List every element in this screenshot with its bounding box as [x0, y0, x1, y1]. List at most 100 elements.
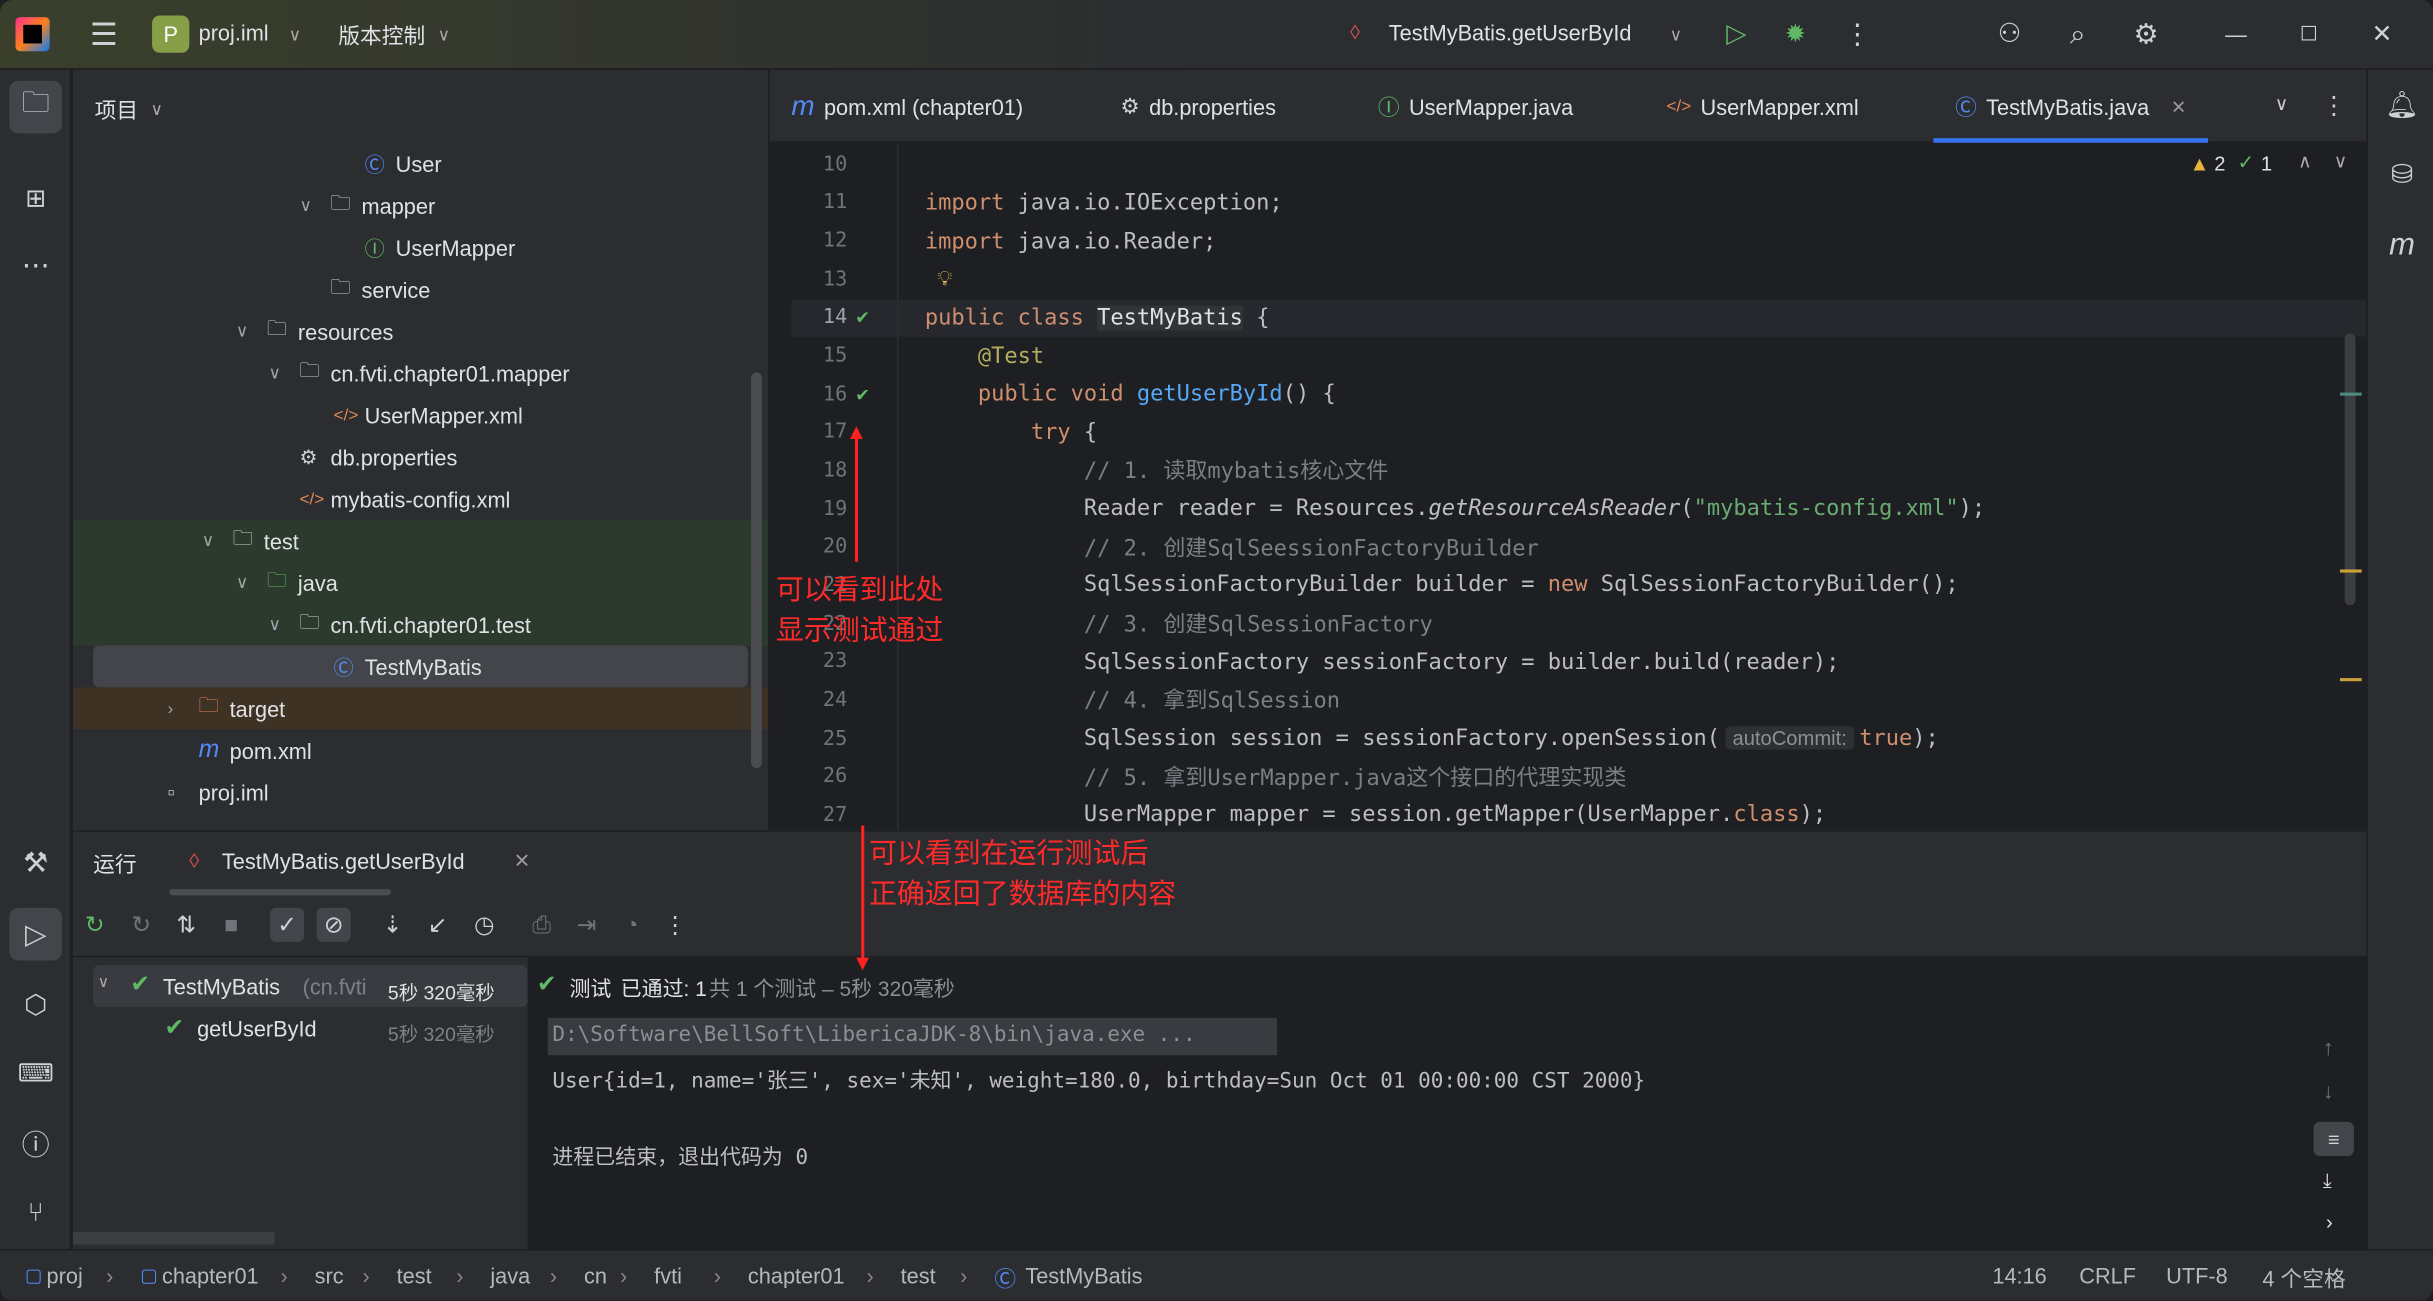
tree-item[interactable]: ∨ 🗀 cn.fvti.chapter01.test [72, 603, 769, 646]
breadcrumb-item[interactable]: src [315, 1263, 344, 1288]
sort-icon[interactable]: ⇣ [376, 908, 410, 942]
test-passed-run-icon[interactable]: ✔ [857, 306, 869, 329]
coverage-icon[interactable]: ◔ [614, 908, 648, 942]
structure-icon[interactable]: ⊞ [16, 178, 56, 218]
tree-item[interactable]: ▫ proj.iml [73, 771, 768, 813]
chevron-down-icon[interactable]: ∨ [236, 321, 249, 342]
chevron-down-icon[interactable]: ∨ [202, 531, 215, 551]
build-hammer-icon[interactable]: ⚒ [16, 843, 56, 883]
tabs-dropdown-icon[interactable]: ∨ [2275, 93, 2289, 115]
tab-scrollbar[interactable] [169, 889, 392, 896]
debug-icon[interactable]: ✹ [1778, 17, 1812, 51]
search-icon[interactable]: ⌕ [2061, 17, 2095, 51]
add-user-icon[interactable]: ⚇ [1992, 17, 2026, 51]
project-selector[interactable]: proj.iml [199, 20, 269, 45]
toggle-auto-test-icon[interactable]: ⇅ [169, 908, 203, 942]
minimize-icon[interactable]: — [2219, 17, 2253, 51]
editor-scrollbar[interactable] [2344, 333, 2356, 606]
breadcrumb-item[interactable]: TestMyBatis [1025, 1263, 1142, 1288]
test-tree-scrollbar[interactable] [72, 1232, 275, 1245]
more-tools-icon[interactable]: ⋯ [16, 245, 56, 285]
maven-icon[interactable]: m [2382, 225, 2422, 265]
close-tab-icon[interactable]: ✕ [514, 849, 531, 874]
maximize-icon[interactable]: ☐ [2292, 17, 2326, 51]
main-menu-icon[interactable]: ☰ [87, 16, 121, 53]
problems-icon[interactable]: ⓘ [16, 1123, 56, 1163]
tree-item[interactable]: </> UserMapper.xml [73, 394, 768, 436]
breadcrumb-item[interactable]: cn [584, 1263, 607, 1288]
tree-item[interactable]: ∨ 🗀 mapper [73, 185, 768, 227]
test-class-name[interactable]: TestMyBatis [163, 974, 280, 999]
project-panel-title[interactable]: 项目 [95, 95, 138, 126]
line-separator[interactable]: CRLF [2079, 1263, 2136, 1288]
run-icon[interactable]: ▷ [1719, 17, 1753, 51]
show-ignored-icon[interactable]: ⊘ [316, 907, 351, 942]
show-passed-icon[interactable]: ✓ [269, 907, 305, 942]
tree-item[interactable]: </> mybatis-config.xml [73, 478, 768, 520]
stop-icon[interactable]: ■ [214, 908, 248, 942]
breadcrumb-item[interactable]: test [901, 1263, 936, 1288]
import-icon[interactable]: ⇥ [569, 908, 603, 942]
terminal-icon[interactable]: ⌨ [16, 1054, 56, 1094]
git-icon[interactable]: ⑂ [16, 1193, 56, 1233]
notifications-icon[interactable]: 🔔︎ [2382, 85, 2422, 125]
editor-tab[interactable]: Ⓘ UserMapper.java [1378, 70, 1573, 143]
close-tab-icon[interactable]: ✕ [2171, 95, 2187, 117]
rerun-icon[interactable]: ↻ [78, 908, 112, 942]
chevron-down-icon[interactable]: ∨ [299, 196, 312, 216]
vcs-menu[interactable]: 版本控制 [338, 20, 425, 51]
editor-tab[interactable]: m pom.xml (chapter01) [791, 70, 1023, 143]
tree-item[interactable]: ∨ 🗀 cn.fvti.chapter01.mapper [73, 352, 768, 394]
test-passed-run-icon[interactable]: ✔ [857, 383, 869, 406]
run-tab[interactable]: TestMyBatis.getUserById [222, 849, 465, 874]
database-icon[interactable]: ⛁ [2382, 155, 2422, 195]
scroll-down-icon[interactable]: ↓ [2323, 1078, 2334, 1103]
more-icon[interactable]: ⋮ [2321, 90, 2346, 121]
breadcrumb-item[interactable]: test [397, 1263, 432, 1288]
collapse-icon[interactable]: ↙ [421, 908, 455, 942]
settings-icon[interactable]: ⚙ [2129, 17, 2163, 51]
rerun-failed-icon[interactable]: ↻ [124, 908, 158, 942]
tree-item[interactable]: Ⓒ TestMyBatis [93, 645, 748, 688]
editor-tab[interactable]: ⚙ db.properties [1120, 70, 1276, 143]
more-icon[interactable]: ⋮ [1840, 17, 1874, 51]
expand-icon[interactable]: › [2326, 1210, 2333, 1233]
chevron-down-icon[interactable]: ∨ [268, 363, 281, 384]
test-method-name[interactable]: getUserById [197, 1016, 317, 1041]
code-area[interactable]: 10 11 import java.io.IOException; 12 import … [791, 146, 2367, 830]
editor-tab[interactable]: </> UserMapper.xml [1667, 70, 1859, 143]
tree-item[interactable]: Ⓒ User [73, 143, 768, 185]
console-command-line[interactable]: D:\Software\BellSoft\LibericaJDK-8\bin\j… [552, 1023, 1195, 1048]
tree-item[interactable]: ∨ 🗀 java [72, 561, 769, 604]
project-folder-icon[interactable]: 🗀 [9, 80, 63, 134]
run-config-selector[interactable]: TestMyBatis.getUserById [1389, 20, 1632, 45]
tree-item[interactable]: ∨ 🗀 test [72, 519, 769, 562]
scroll-to-end-icon[interactable]: ⤓ [2323, 1168, 2332, 1193]
breadcrumb-item[interactable]: proj [47, 1263, 83, 1288]
tree-item[interactable]: › 🗀 target [72, 687, 769, 730]
tree-item[interactable]: ⚙ db.properties [73, 436, 768, 478]
chevron-down-icon[interactable]: ∨ [236, 573, 249, 593]
services-icon[interactable]: ⬡ [16, 985, 56, 1025]
breadcrumb-item[interactable]: fvti [654, 1263, 682, 1288]
run-tool-icon[interactable]: ▷ [9, 907, 63, 961]
project-scrollbar[interactable] [751, 372, 762, 769]
chevron-down-icon[interactable]: ∨ [268, 614, 281, 635]
lightbulb-icon[interactable]: 💡︎ [937, 267, 952, 292]
tree-item[interactable]: 🗀 service [73, 268, 768, 310]
breadcrumb-item[interactable]: chapter01 [162, 1263, 259, 1288]
more-icon[interactable]: ⋮ [658, 908, 692, 942]
file-encoding[interactable]: UTF-8 [2166, 1263, 2228, 1288]
breadcrumb-item[interactable]: java [490, 1263, 530, 1288]
tree-item[interactable]: ∨ 🗀 resources [73, 310, 768, 352]
tree-item[interactable]: m pom.xml [73, 729, 768, 771]
tree-item[interactable]: Ⓘ UserMapper [73, 227, 768, 269]
screenshot-icon[interactable]: ⎙ [524, 908, 558, 942]
indent-setting[interactable]: 4 个空格 [2262, 1263, 2345, 1294]
close-window-icon[interactable]: ✕ [2365, 17, 2399, 51]
chevron-right-icon[interactable]: › [168, 699, 174, 718]
breadcrumb-item[interactable]: chapter01 [748, 1263, 845, 1288]
history-icon[interactable]: ◷ [467, 908, 501, 942]
caret-position[interactable]: 14:16 [1992, 1263, 2046, 1288]
scroll-up-icon[interactable]: ↑ [2323, 1035, 2334, 1060]
